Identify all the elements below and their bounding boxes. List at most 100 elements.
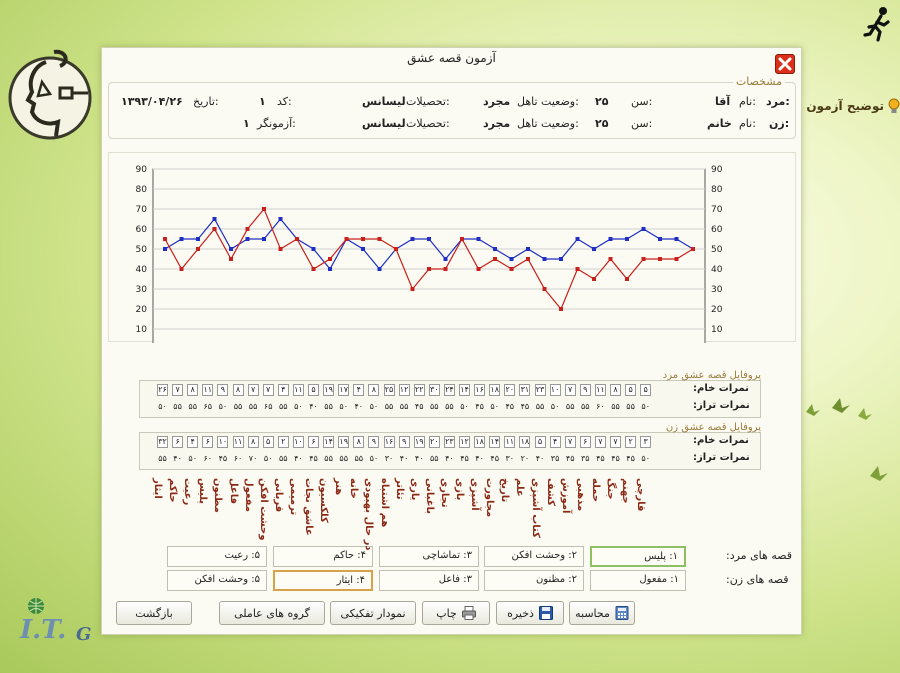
man-education-label: تحصیلات: <box>406 95 450 108</box>
man-education: لیسانس <box>362 95 406 108</box>
data-point-2 <box>608 257 613 261</box>
data-point-1 <box>427 237 431 241</box>
printer-icon <box>461 606 476 620</box>
data-point-2 <box>460 237 464 241</box>
exit-runner-icon[interactable] <box>862 6 894 42</box>
woman-raw-score-cell: ۶ <box>172 436 184 448</box>
woman-std-score-cell: ۴۰ <box>294 454 303 463</box>
y-tick-label-right: 30 <box>711 285 723 295</box>
man-std-score-cell: ۵۰ <box>641 402 650 411</box>
back-button[interactable]: بازگشت <box>116 601 192 625</box>
man-std-score-cell: ۵۵ <box>279 402 288 411</box>
test-description-label: توضیح آزمون <box>806 99 884 113</box>
y-tick-label-left: 40 <box>136 265 148 275</box>
y-tick-label-right: 10 <box>711 325 723 335</box>
man-raw-score-cell: ۹ <box>579 384 591 396</box>
examiner-label: آزمونگر: <box>257 117 296 130</box>
data-point-1 <box>476 237 481 241</box>
man-std-score-cell: ۵۵ <box>188 402 197 411</box>
scale-name-text: وحشت افکن <box>257 478 269 541</box>
data-point-1 <box>443 257 448 261</box>
data-point-1 <box>592 247 596 251</box>
scale-name-text: خانه <box>348 478 360 499</box>
man-std-score-cell: ۴۰ <box>354 402 364 411</box>
data-point-1 <box>674 237 679 241</box>
y-tick-label-left: 30 <box>136 285 148 295</box>
y-tick-label-left: 10 <box>136 325 148 335</box>
woman-std-score-cell: ۴۰ <box>445 454 454 463</box>
data-point-2 <box>509 267 514 271</box>
man-raw-score-cell: ۴ <box>353 384 365 396</box>
man-raw-score-cell: ۸ <box>368 384 380 396</box>
man-raw-score-cell: ۱۶ <box>474 384 486 396</box>
calculate-button[interactable]: محاسبه <box>569 601 635 625</box>
woman-std-score-cell: ۴۰ <box>475 454 484 463</box>
scale-name-text: مجاورت <box>484 478 496 518</box>
examiner-value: ۱ <box>243 117 250 130</box>
man-std-score-cell: ۵۵ <box>535 402 545 411</box>
man-std-score-cell: ۵۵ <box>445 402 454 411</box>
woman-name: خانم <box>707 117 732 130</box>
man-raw-score-cell: ۸ <box>610 384 621 396</box>
data-point-1 <box>658 237 662 241</box>
woman-std-label: نمرات تراز: <box>693 452 750 463</box>
scale-name-text: جهنم <box>620 478 632 504</box>
data-point-2 <box>245 227 250 231</box>
man-std-score-cell: ۴۵ <box>414 402 424 411</box>
calculator-icon <box>615 606 629 620</box>
woman-std-score-cell: ۶۰ <box>233 454 243 463</box>
print-button[interactable]: چاپ <box>422 601 490 625</box>
woman-std-score-cell: ۲۰ <box>520 454 530 463</box>
woman-raw-score-cell: ۱۲ <box>459 436 470 448</box>
woman-raw-score-cell: ۹ <box>398 436 410 448</box>
butterfly-decoration-icon <box>870 466 888 481</box>
save-button[interactable]: ذخیره <box>496 601 564 625</box>
man-raw-score-cell: ۱۴ <box>459 384 470 396</box>
love-story-test-dialog: آزمون قصه عشق مشخصات مرد: نام: آقا سن: ۲… <box>101 47 802 635</box>
data-point-2 <box>427 267 431 271</box>
print-label: چاپ <box>436 606 457 620</box>
woman-std-score-cell: ۵۵ <box>354 454 364 463</box>
man-raw-score-cell: ۲۳ <box>534 384 546 396</box>
woman-std-score-cell: ۴۰ <box>535 454 545 463</box>
data-point-1 <box>229 247 233 251</box>
date-value: ۱۳۹۳/۰۴/۲۶ <box>121 95 183 108</box>
woman-raw-score-cell: ۷ <box>594 436 606 448</box>
woman-std-score-cell: ۵۵ <box>430 454 439 463</box>
man-std-score-cell: ۵۵ <box>611 402 620 411</box>
woman-raw-score-cell: ۷ <box>610 436 621 448</box>
data-point-2 <box>674 257 679 261</box>
man-raw-score-cell: ۱۱ <box>202 384 214 396</box>
test-description-link[interactable]: توضیح آزمون <box>804 93 900 119</box>
separate-chart-button[interactable]: نمودار تفکیکی <box>330 601 416 625</box>
woman-std-score-cell: ۳۰ <box>384 454 394 463</box>
data-point-1 <box>328 267 332 271</box>
data-point-2 <box>295 237 299 241</box>
factor-groups-button[interactable]: گروه های عاملی <box>219 601 325 625</box>
woman-raw-score-cell: ۱۱ <box>232 436 244 448</box>
scale-name-text: کتاب آشپزی <box>529 478 541 538</box>
scale-name-text: حمله <box>589 478 601 503</box>
data-point-2 <box>311 267 316 271</box>
woman-raw-score-cell: ۱۸ <box>519 436 531 448</box>
man-std-score-cell: ۴۵ <box>475 402 484 411</box>
data-point-2 <box>410 287 415 291</box>
close-button[interactable] <box>775 54 795 74</box>
man-marital-label: وضعیت تاهل: <box>517 95 579 108</box>
man-std-score-cell: ۵۰ <box>490 402 499 411</box>
woman-raw-score-cell: ۱۱ <box>504 436 516 448</box>
data-point-2 <box>229 257 233 261</box>
man-std-score-cell: ۵۵ <box>565 402 575 411</box>
woman-std-score-cell: ۴۰ <box>399 454 409 463</box>
woman-marital: مجرد <box>483 117 511 130</box>
man-std-score-cell: ۴۰ <box>309 402 318 411</box>
man-std-score-cell: ۶۰ <box>596 402 605 411</box>
profile-chart: 10 10 20 20 30 30 40 40 50 50 60 60 70 70 80 80 90 90 <box>108 152 796 343</box>
woman-raw-score-cell: ۸ <box>247 436 259 448</box>
profile-line-chart: 10 10 20 20 30 30 40 40 50 50 60 60 70 70 80 80 90 90 <box>136 165 723 343</box>
woman-std-score-cell: ۷۰ <box>248 454 258 463</box>
data-point-2 <box>575 267 580 271</box>
man-raw-score-cell: ۳۰ <box>428 384 440 396</box>
y-tick-label-right: 70 <box>711 205 723 215</box>
scale-name-text: قربانی <box>272 478 284 513</box>
